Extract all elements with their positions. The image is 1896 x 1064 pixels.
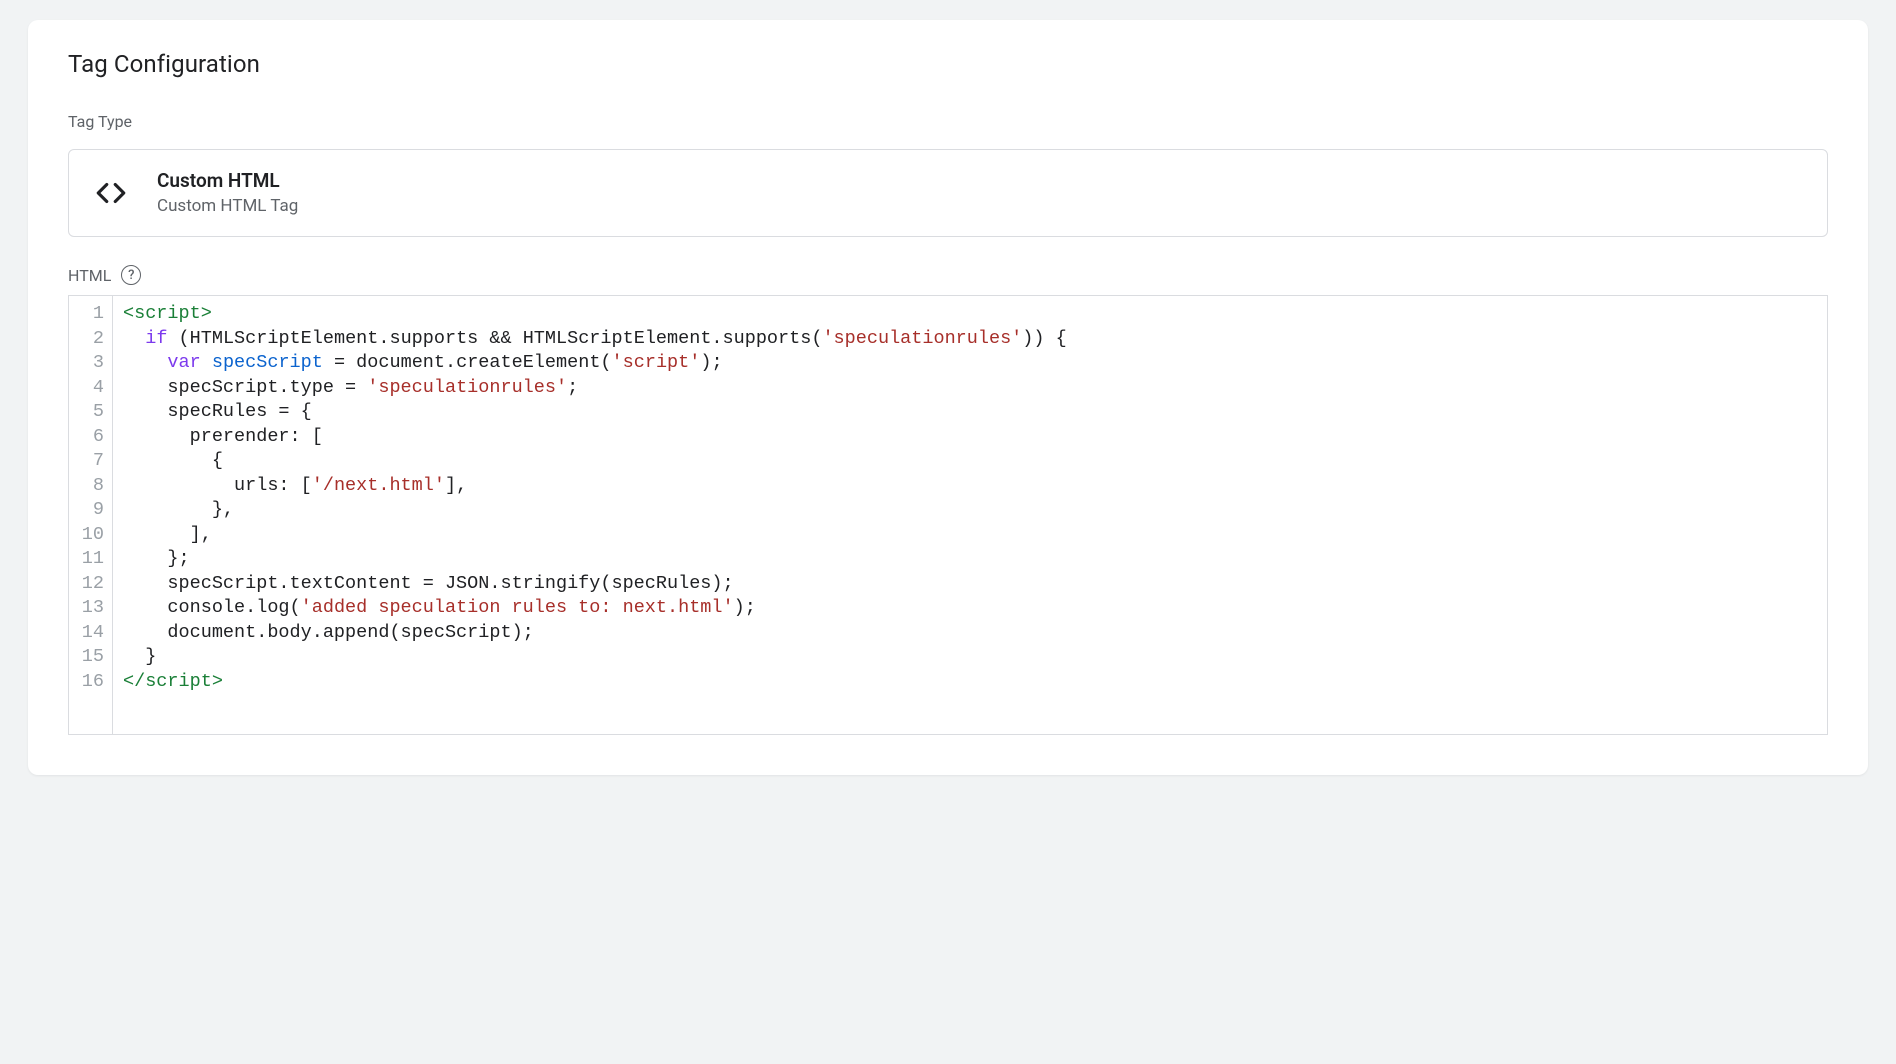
code-line[interactable]: document.body.append(specScript);: [123, 621, 1817, 646]
tag-type-selector[interactable]: Custom HTML Custom HTML Tag: [68, 149, 1828, 237]
line-number: 13: [81, 596, 104, 621]
code-line[interactable]: specRules = {: [123, 400, 1817, 425]
code-gutter: 12345678910111213141516: [69, 296, 113, 734]
line-number: 4: [81, 376, 104, 401]
code-line[interactable]: specScript.textContent = JSON.stringify(…: [123, 572, 1817, 597]
code-line[interactable]: }: [123, 645, 1817, 670]
line-number: 9: [81, 498, 104, 523]
tag-type-label: Tag Type: [68, 112, 1828, 131]
line-number: 7: [81, 449, 104, 474]
code-line[interactable]: },: [123, 498, 1817, 523]
line-number: 2: [81, 327, 104, 352]
line-number: 15: [81, 645, 104, 670]
tag-type-subtitle: Custom HTML Tag: [157, 195, 298, 219]
code-line[interactable]: };: [123, 547, 1817, 572]
code-line[interactable]: specScript.type = 'speculationrules';: [123, 376, 1817, 401]
line-number: 14: [81, 621, 104, 646]
line-number: 11: [81, 547, 104, 572]
line-number: 1: [81, 302, 104, 327]
code-line[interactable]: console.log('added speculation rules to:…: [123, 596, 1817, 621]
line-number: 10: [81, 523, 104, 548]
code-line[interactable]: {: [123, 449, 1817, 474]
line-number: 5: [81, 400, 104, 425]
tag-type-text: Custom HTML Custom HTML Tag: [157, 168, 298, 218]
html-code-editor[interactable]: 12345678910111213141516 <script> if (HTM…: [68, 295, 1828, 735]
line-number: 16: [81, 670, 104, 695]
card-title: Tag Configuration: [68, 50, 1828, 78]
code-line[interactable]: prerender: [: [123, 425, 1817, 450]
line-number: 8: [81, 474, 104, 499]
code-line[interactable]: <script>: [123, 302, 1817, 327]
code-line[interactable]: var specScript = document.createElement(…: [123, 351, 1817, 376]
help-icon[interactable]: ?: [121, 265, 141, 285]
line-number: 3: [81, 351, 104, 376]
html-section-label: HTML: [68, 266, 111, 285]
line-number: 12: [81, 572, 104, 597]
line-number: 6: [81, 425, 104, 450]
html-label-row: HTML ?: [68, 265, 1828, 285]
code-line[interactable]: </script>: [123, 670, 1817, 695]
code-line[interactable]: if (HTMLScriptElement.supports && HTMLSc…: [123, 327, 1817, 352]
tag-type-name: Custom HTML: [157, 168, 298, 195]
code-line[interactable]: urls: ['/next.html'],: [123, 474, 1817, 499]
code-line[interactable]: ],: [123, 523, 1817, 548]
code-icon: [93, 175, 129, 211]
code-content[interactable]: <script> if (HTMLScriptElement.supports …: [113, 296, 1827, 734]
tag-configuration-card: Tag Configuration Tag Type Custom HTML C…: [28, 20, 1868, 775]
